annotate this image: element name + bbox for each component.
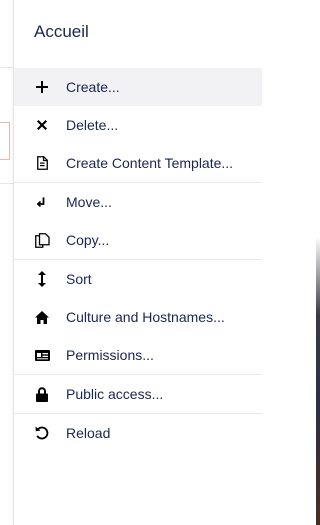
- menu-item-label: Sort: [66, 271, 92, 287]
- menu-item-move[interactable]: Move...: [14, 182, 262, 221]
- menu-item-delete[interactable]: Delete...: [14, 106, 262, 144]
- menu-item-reload[interactable]: Reload: [14, 413, 262, 452]
- background-input-edge: [0, 122, 10, 160]
- menu-item-label: Permissions...: [66, 347, 154, 363]
- menu-item-culture-hostnames[interactable]: Culture and Hostnames...: [14, 298, 262, 336]
- menu-item-copy[interactable]: Copy...: [14, 221, 262, 259]
- menu-item-create[interactable]: Create...: [14, 68, 262, 106]
- menu-item-label: Public access...: [66, 386, 164, 402]
- background-divider: [0, 183, 14, 184]
- delete-x-icon: [34, 117, 50, 133]
- background-image-edge: [316, 0, 320, 525]
- menu-item-permissions[interactable]: Permissions...: [14, 336, 262, 374]
- reload-icon: [34, 425, 50, 441]
- menu-item-label: Delete...: [66, 117, 119, 133]
- plus-icon: [34, 79, 50, 95]
- sort-arrows-icon: [34, 271, 50, 287]
- background-divider: [0, 67, 14, 68]
- menu-item-label: Culture and Hostnames...: [66, 309, 225, 325]
- menu-item-sort[interactable]: Sort: [14, 259, 262, 298]
- menu-item-public-access[interactable]: Public access...: [14, 374, 262, 413]
- menu-item-create-content-template[interactable]: Create Content Template...: [14, 144, 262, 182]
- actions-panel: Accueil Create... Delete... Create Conte…: [13, 0, 262, 525]
- menu-item-label: Create Content Template...: [66, 155, 234, 171]
- menu-item-label: Copy...: [66, 232, 110, 248]
- panel-title: Accueil: [34, 22, 89, 41]
- document-icon: [34, 155, 50, 171]
- menu-item-label: Move...: [66, 194, 112, 210]
- menu-item-label: Reload: [66, 425, 111, 441]
- move-arrow-icon: [34, 194, 50, 210]
- home-icon: [34, 309, 50, 325]
- actions-menu: Create... Delete... Create Content Templ…: [14, 68, 262, 452]
- id-card-icon: [34, 347, 50, 363]
- copy-icon: [34, 232, 50, 248]
- lock-icon: [34, 386, 50, 402]
- menu-item-label: Create...: [66, 79, 120, 95]
